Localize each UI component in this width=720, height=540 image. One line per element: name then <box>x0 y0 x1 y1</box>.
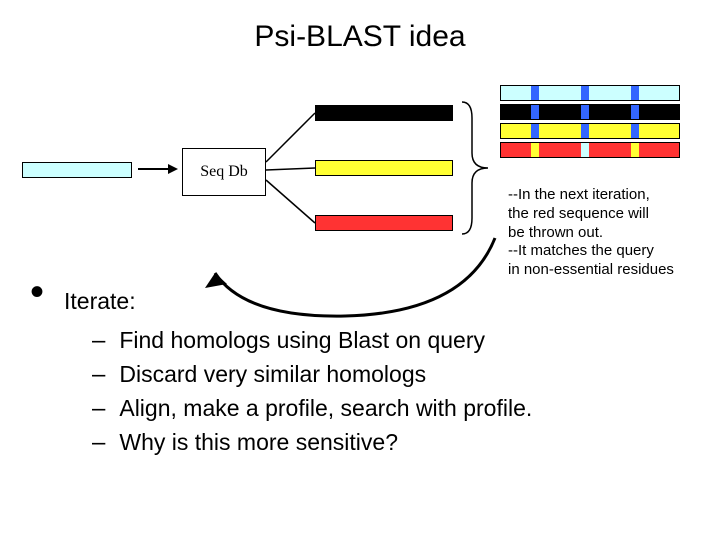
profile-row <box>500 123 680 139</box>
bullet-text: Why is this more sensitive? <box>119 429 398 456</box>
dash-icon: – <box>92 361 105 389</box>
annot-line: the red sequence will <box>508 205 720 224</box>
bullet-list: • Iterate: – Find homologs using Blast o… <box>30 288 670 463</box>
bullet-dot-icon: • <box>30 284 44 300</box>
arrow-query-to-db <box>138 168 176 170</box>
seq-db-label: Seq Db <box>200 163 248 181</box>
profile-row <box>500 85 680 101</box>
dash-icon: – <box>92 395 105 423</box>
profile-mark <box>581 86 589 100</box>
profile-alignment <box>500 85 680 161</box>
bullet-text: Discard very similar homologs <box>119 361 426 388</box>
profile-mark <box>581 124 589 138</box>
profile-mark <box>531 124 539 138</box>
seq-db-box: Seq Db <box>182 148 266 196</box>
profile-mark <box>531 86 539 100</box>
list-item: – Why is this more sensitive? <box>92 429 670 457</box>
profile-mark <box>631 86 639 100</box>
annot-line: --In the next iteration, <box>508 186 720 205</box>
dash-icon: – <box>92 429 105 457</box>
profile-row <box>500 104 680 120</box>
bullet-text: Align, make a profile, search with profi… <box>119 395 532 422</box>
page-title: Psi-BLAST idea <box>0 20 720 54</box>
annotation-text: --In the next iteration, the red sequenc… <box>508 186 720 280</box>
profile-row <box>500 142 680 158</box>
bracket-icon <box>460 98 494 238</box>
list-item: – Align, make a profile, search with pro… <box>92 395 670 423</box>
homolog-bar-black <box>315 105 453 121</box>
profile-mark <box>581 143 589 157</box>
list-item: – Discard very similar homologs <box>92 361 670 389</box>
dash-icon: – <box>92 327 105 355</box>
iterate-heading: Iterate: <box>64 288 136 315</box>
list-item: – Find homologs using Blast on query <box>92 327 670 355</box>
profile-mark <box>631 143 639 157</box>
homolog-bar-yellow <box>315 160 453 176</box>
profile-mark <box>531 105 539 119</box>
annot-line: be thrown out. <box>508 224 720 243</box>
annot-line: in non-essential residues <box>508 261 720 280</box>
profile-mark <box>531 143 539 157</box>
profile-mark <box>631 105 639 119</box>
profile-mark <box>581 105 589 119</box>
profile-mark <box>631 124 639 138</box>
query-sequence-bar <box>22 162 132 178</box>
bullet-text: Find homologs using Blast on query <box>119 327 485 354</box>
annot-line: --It matches the query <box>508 242 720 261</box>
